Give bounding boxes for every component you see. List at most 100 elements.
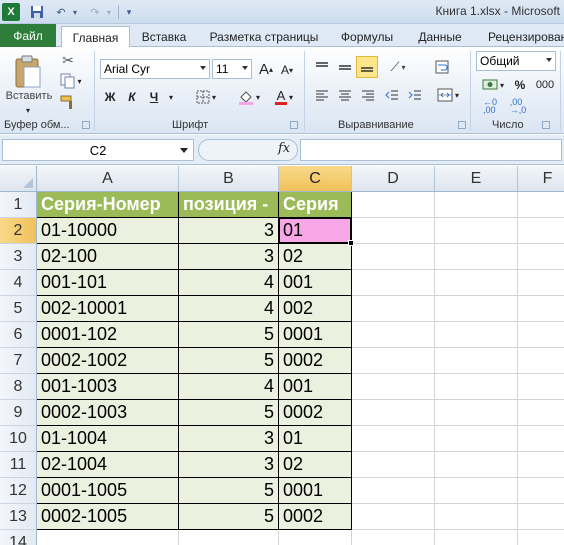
increase-indent-icon[interactable] bbox=[405, 85, 425, 105]
paste-button[interactable]: Вставить bbox=[2, 89, 56, 103]
row-header-4[interactable]: 4 bbox=[0, 270, 37, 296]
fill-color-icon[interactable]: ▾ bbox=[234, 87, 264, 107]
row-header-10[interactable]: 10 bbox=[0, 426, 37, 452]
cell-b5[interactable]: 4 bbox=[179, 296, 279, 322]
cell-d12[interactable] bbox=[352, 478, 435, 504]
name-box[interactable]: C2 bbox=[2, 139, 194, 161]
cell-f10[interactable] bbox=[518, 426, 564, 452]
increase-decimal-icon[interactable]: ←0,00 bbox=[478, 97, 502, 115]
align-bottom-icon[interactable] bbox=[356, 56, 378, 78]
cell-e8[interactable] bbox=[435, 374, 518, 400]
cell-c11[interactable]: 02 bbox=[279, 452, 352, 478]
row-header-3[interactable]: 3 bbox=[0, 244, 37, 270]
merge-center-icon[interactable]: ▾ bbox=[432, 85, 464, 105]
thousands-button[interactable]: 000 bbox=[532, 75, 558, 95]
font-name-select[interactable]: Arial Cyr bbox=[100, 59, 210, 79]
number-launcher-icon[interactable] bbox=[542, 121, 550, 129]
save-icon[interactable] bbox=[28, 3, 46, 21]
cell-e4[interactable] bbox=[435, 270, 518, 296]
cell-b6[interactable]: 5 bbox=[179, 322, 279, 348]
cell-a1[interactable]: Серия-Номер bbox=[37, 192, 179, 218]
cell-b3[interactable]: 3 bbox=[179, 244, 279, 270]
row-header-9[interactable]: 9 bbox=[0, 400, 37, 426]
cell-d10[interactable] bbox=[352, 426, 435, 452]
percent-button[interactable]: % bbox=[510, 75, 530, 95]
redo-icon[interactable]: ↷ bbox=[86, 3, 104, 21]
cell-c9[interactable]: 0002 bbox=[279, 400, 352, 426]
cell-f2[interactable] bbox=[518, 218, 564, 244]
cell-f8[interactable] bbox=[518, 374, 564, 400]
cell-c13[interactable]: 0002 bbox=[279, 504, 352, 530]
cell-e7[interactable] bbox=[435, 348, 518, 374]
cell-b11[interactable]: 3 bbox=[179, 452, 279, 478]
cell-e9[interactable] bbox=[435, 400, 518, 426]
cell-e12[interactable] bbox=[435, 478, 518, 504]
align-top-icon[interactable] bbox=[312, 57, 332, 77]
format-painter-icon[interactable] bbox=[58, 93, 78, 111]
cell-c14[interactable] bbox=[279, 530, 352, 545]
cell-e6[interactable] bbox=[435, 322, 518, 348]
worksheet-grid[interactable]: A B C D E F 1 Серия-Номер позиция - Серия 2 01-1000… bbox=[0, 166, 564, 545]
bold-button[interactable]: Ж bbox=[100, 87, 120, 107]
cell-f11[interactable] bbox=[518, 452, 564, 478]
column-header-c[interactable]: C bbox=[279, 166, 352, 192]
row-header-1[interactable]: 1 bbox=[0, 192, 37, 218]
cell-f4[interactable] bbox=[518, 270, 564, 296]
cell-f12[interactable] bbox=[518, 478, 564, 504]
cell-b13[interactable]: 5 bbox=[179, 504, 279, 530]
formula-input[interactable] bbox=[300, 139, 562, 161]
column-header-b[interactable]: B bbox=[179, 166, 279, 192]
align-center-icon[interactable] bbox=[335, 85, 355, 105]
decrease-decimal-icon[interactable]: ,00 →,0 bbox=[506, 97, 530, 115]
currency-icon[interactable]: ▾ bbox=[478, 75, 508, 95]
column-header-e[interactable]: E bbox=[435, 166, 518, 192]
cell-c3[interactable]: 02 bbox=[279, 244, 352, 270]
tab-insert[interactable]: Вставка bbox=[134, 27, 194, 47]
cell-d4[interactable] bbox=[352, 270, 435, 296]
cell-a12[interactable]: 0001-1005 bbox=[37, 478, 179, 504]
cell-a5[interactable]: 002-10001 bbox=[37, 296, 179, 322]
undo-icon[interactable]: ↶ bbox=[52, 3, 70, 21]
cell-c2[interactable]: 01 bbox=[279, 218, 352, 244]
grow-font-button[interactable]: A ▴ bbox=[256, 59, 276, 79]
cell-e1[interactable] bbox=[435, 192, 518, 218]
cell-c1[interactable]: Серия bbox=[279, 192, 352, 218]
row-header-12[interactable]: 12 bbox=[0, 478, 37, 504]
cell-e10[interactable] bbox=[435, 426, 518, 452]
select-all-corner[interactable] bbox=[0, 166, 37, 192]
cell-a14[interactable] bbox=[37, 530, 179, 545]
column-header-d[interactable]: D bbox=[352, 166, 435, 192]
column-header-f[interactable]: F bbox=[518, 166, 564, 192]
cell-c12[interactable]: 0001 bbox=[279, 478, 352, 504]
cell-b8[interactable]: 4 bbox=[179, 374, 279, 400]
cell-e3[interactable] bbox=[435, 244, 518, 270]
decrease-indent-icon[interactable] bbox=[382, 85, 402, 105]
cell-c4[interactable]: 001 bbox=[279, 270, 352, 296]
wrap-text-icon[interactable] bbox=[432, 57, 452, 77]
align-left-icon[interactable] bbox=[312, 85, 332, 105]
cell-a4[interactable]: 001-101 bbox=[37, 270, 179, 296]
cell-a3[interactable]: 02-100 bbox=[37, 244, 179, 270]
customize-qat-icon[interactable]: ▾ bbox=[123, 3, 135, 21]
cell-a2[interactable]: 01-10000 bbox=[37, 218, 179, 244]
cell-d13[interactable] bbox=[352, 504, 435, 530]
cell-d8[interactable] bbox=[352, 374, 435, 400]
cell-d1[interactable] bbox=[352, 192, 435, 218]
row-header-6[interactable]: 6 bbox=[0, 322, 37, 348]
excel-logo-icon[interactable]: X bbox=[2, 3, 20, 21]
font-launcher-icon[interactable] bbox=[290, 121, 298, 129]
cell-f14[interactable] bbox=[518, 530, 564, 545]
tab-data[interactable]: Данные bbox=[410, 27, 470, 47]
clipboard-launcher-icon[interactable] bbox=[82, 121, 90, 129]
cell-b1[interactable]: позиция - bbox=[179, 192, 279, 218]
tab-review[interactable]: Рецензирован bbox=[480, 27, 564, 47]
italic-button[interactable]: К bbox=[122, 87, 142, 107]
borders-icon[interactable]: ▾ bbox=[192, 87, 220, 107]
cell-d11[interactable] bbox=[352, 452, 435, 478]
cell-c5[interactable]: 002 bbox=[279, 296, 352, 322]
row-header-7[interactable]: 7 bbox=[0, 348, 37, 374]
paste-dropdown-icon[interactable]: ▾ bbox=[22, 105, 34, 115]
cell-d9[interactable] bbox=[352, 400, 435, 426]
cell-f3[interactable] bbox=[518, 244, 564, 270]
align-middle-icon[interactable] bbox=[335, 57, 355, 77]
